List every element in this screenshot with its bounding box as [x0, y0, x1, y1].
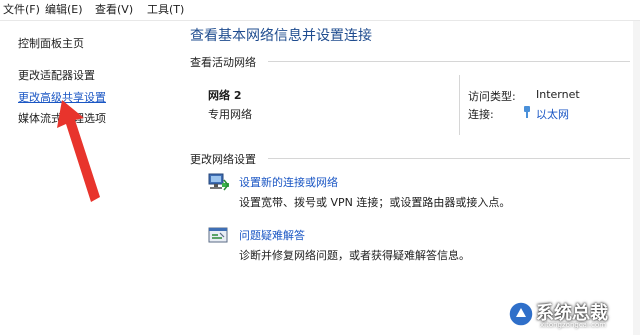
menu-tools[interactable]: 工具(T) — [147, 0, 184, 20]
divider — [459, 75, 460, 135]
page-title: 查看基本网络信息并设置连接 — [190, 28, 372, 44]
access-type-label: 访问类型: — [468, 90, 516, 103]
connections-label: 连接: — [468, 108, 494, 121]
main-content: 查看基本网络信息并设置连接 查看活动网络 网络 2 专用网络 访问类型: Int… — [180, 21, 640, 335]
watermark: 系统总裁 xitongzongcai.com — [500, 295, 640, 335]
scrollbar[interactable] — [633, 21, 640, 335]
troubleshoot-link[interactable]: 问题疑难解答 — [239, 227, 305, 243]
ethernet-icon — [524, 106, 530, 118]
divider — [268, 158, 630, 159]
setup-connection-link[interactable]: 设置新的连接或网络 — [239, 174, 338, 190]
menu-edit[interactable]: 编辑(E) — [45, 0, 83, 20]
menu-file[interactable]: 文件(F) — [3, 0, 40, 20]
sidebar-item-adapter-settings[interactable]: 更改适配器设置 — [18, 67, 95, 83]
sidebar-item-media-streaming[interactable]: 媒体流式处理选项 — [18, 110, 106, 126]
menu-view[interactable]: 查看(V) — [95, 0, 133, 20]
troubleshoot-icon[interactable] — [206, 225, 230, 247]
troubleshoot-description: 诊断并修复网络问题，或者获得疑难解答信息。 — [239, 249, 470, 262]
connection-ethernet-link[interactable]: 以太网 — [536, 106, 569, 122]
setup-connection-description: 设置宽带、拨号或 VPN 连接；或设置路由器或接入点。 — [239, 196, 511, 209]
left-nav-pane: 控制面板主页 更改适配器设置 更改高级共享设置 媒体流式处理选项 — [0, 21, 180, 335]
change-settings-heading: 更改网络设置 — [190, 153, 256, 166]
network-name: 网络 2 — [208, 89, 242, 102]
watermark-url: xitongzongcai.com — [540, 321, 607, 329]
divider — [268, 61, 630, 62]
access-type-value: Internet — [536, 88, 580, 101]
sidebar-item-control-panel-home[interactable]: 控制面板主页 — [18, 35, 84, 51]
watermark-logo-icon — [508, 301, 534, 327]
network-category[interactable]: 专用网络 — [208, 106, 252, 122]
menu-bar: 文件(F) 编辑(E) 查看(V) 工具(T) — [0, 0, 640, 21]
active-networks-heading: 查看活动网络 — [190, 56, 256, 69]
sidebar-item-advanced-sharing[interactable]: 更改高级共享设置 — [18, 89, 106, 105]
network-setup-icon[interactable] — [206, 171, 230, 193]
